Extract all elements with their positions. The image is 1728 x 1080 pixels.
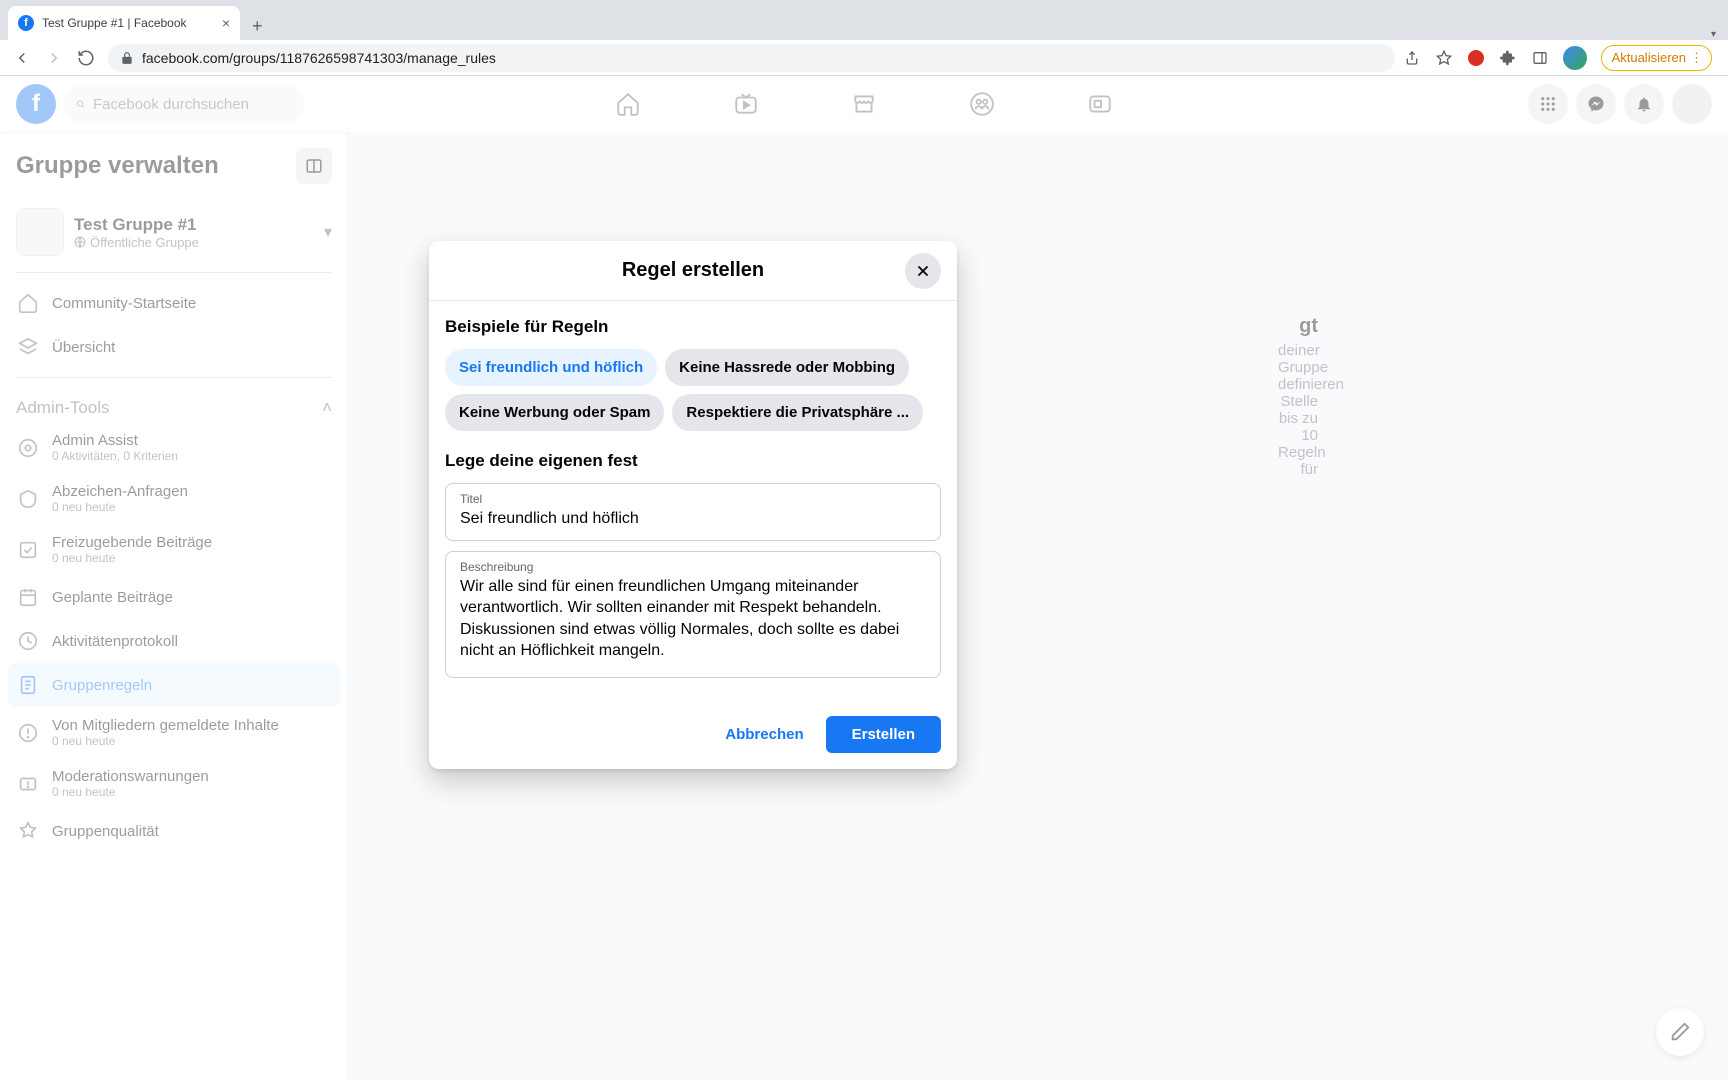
menu-dots-icon: ⋮ — [1690, 50, 1701, 66]
description-field[interactable]: Beschreibung — [445, 551, 941, 678]
modal-body: Beispiele für Regeln Sei freundlich und … — [429, 301, 957, 704]
chip-no-spam[interactable]: Keine Werbung oder Spam — [445, 394, 664, 431]
modal-header: Regel erstellen — [429, 241, 957, 301]
address-bar[interactable]: facebook.com/groups/1187626598741303/man… — [108, 44, 1395, 72]
new-tab-button[interactable]: + — [240, 12, 275, 40]
modal-footer: Abbrechen Erstellen — [429, 704, 957, 769]
sidepanel-icon[interactable] — [1531, 49, 1549, 67]
cancel-button[interactable]: Abbrechen — [711, 716, 817, 753]
description-label: Beschreibung — [460, 560, 926, 574]
update-button[interactable]: Aktualisieren ⋮ — [1601, 45, 1712, 71]
extension-ablock-icon[interactable] — [1467, 49, 1485, 67]
close-tab-icon[interactable]: × — [222, 15, 230, 31]
own-heading: Lege deine eigenen fest — [445, 451, 941, 471]
title-field[interactable]: Titel — [445, 483, 941, 541]
browser-tab-strip: f Test Gruppe #1 | Facebook × + ▾ — [0, 0, 1728, 40]
browser-tab[interactable]: f Test Gruppe #1 | Facebook × — [8, 6, 240, 40]
share-icon[interactable] — [1403, 49, 1421, 67]
url-text: facebook.com/groups/1187626598741303/man… — [142, 50, 496, 66]
close-icon — [914, 262, 932, 280]
modal-close-button[interactable] — [905, 253, 941, 289]
update-label: Aktualisieren — [1612, 50, 1686, 65]
facebook-favicon: f — [18, 15, 34, 31]
chip-no-hate[interactable]: Keine Hassrede oder Mobbing — [665, 349, 909, 386]
back-button[interactable] — [8, 44, 36, 72]
extensions-icon[interactable] — [1499, 49, 1517, 67]
forward-button[interactable] — [40, 44, 68, 72]
chip-privacy[interactable]: Respektiere die Privatsphäre ... — [672, 394, 923, 431]
browser-toolbar: facebook.com/groups/1187626598741303/man… — [0, 40, 1728, 76]
create-rule-modal: Regel erstellen Beispiele für Regeln Sei… — [429, 241, 957, 769]
example-chips: Sei freundlich und höflich Keine Hassred… — [445, 349, 941, 431]
examples-heading: Beispiele für Regeln — [445, 317, 941, 337]
create-button[interactable]: Erstellen — [826, 716, 941, 753]
lock-icon — [120, 51, 134, 65]
title-input[interactable] — [460, 508, 926, 530]
chip-friendly[interactable]: Sei freundlich und höflich — [445, 349, 657, 386]
toolbar-right: Aktualisieren ⋮ — [1403, 45, 1720, 71]
tab-title: Test Gruppe #1 | Facebook — [42, 16, 214, 30]
reload-button[interactable] — [72, 44, 100, 72]
description-textarea[interactable] — [460, 576, 926, 662]
profile-avatar-icon[interactable] — [1563, 46, 1587, 70]
modal-title: Regel erstellen — [622, 259, 764, 282]
title-label: Titel — [460, 492, 926, 506]
tabs-dropdown-icon[interactable]: ▾ — [1699, 29, 1728, 40]
star-icon[interactable] — [1435, 49, 1453, 67]
